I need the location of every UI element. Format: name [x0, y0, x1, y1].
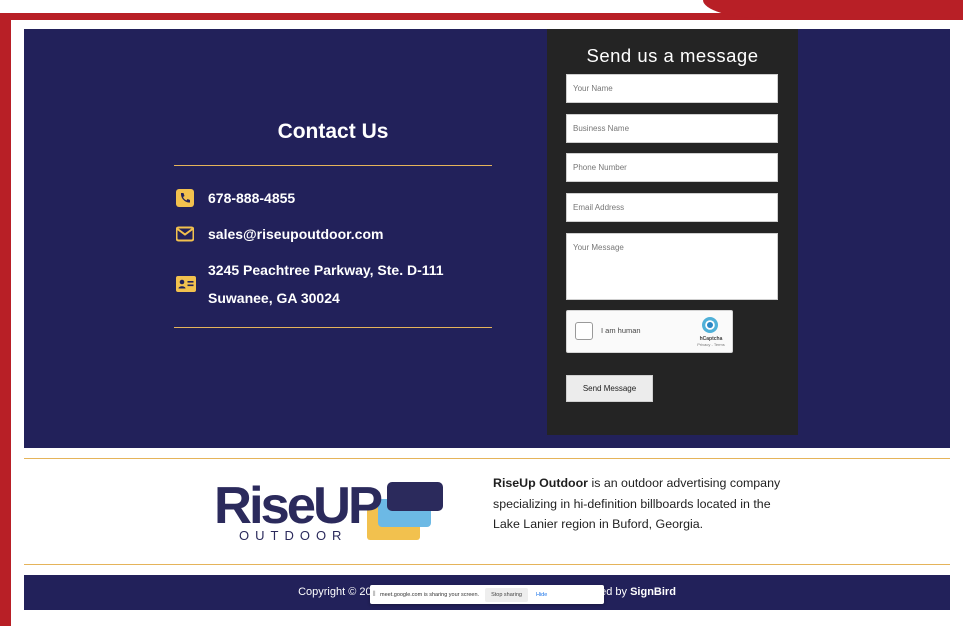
send-message-button[interactable]: Send Message: [566, 375, 653, 402]
contact-email-row[interactable]: sales@riseupoutdoor.com: [176, 225, 383, 243]
riseup-logo-graphic: RiseUP OUTDOOR: [214, 477, 443, 543]
form-title: Send us a message: [586, 45, 759, 66]
signbird-link[interactable]: SignBird: [630, 586, 676, 598]
captcha-label: I am human: [601, 326, 641, 335]
top-accent-swoosh: [703, 0, 963, 18]
logo-wordmark: RiseUP: [214, 477, 381, 535]
address-card-icon: [176, 276, 196, 292]
message-form: Send us a message I am human hCaptcha Pr…: [547, 29, 798, 435]
riseup-logo[interactable]: RiseUP OUTDOOR: [214, 473, 446, 545]
message-textarea[interactable]: [566, 233, 778, 300]
contact-address: 3245 Peachtree Parkway, Ste. D-111 Suwan…: [208, 256, 444, 312]
email-input[interactable]: [566, 193, 778, 222]
footer-divider-top: [24, 458, 950, 459]
contact-divider-bottom: [174, 327, 492, 328]
envelope-icon: [176, 226, 194, 242]
name-input[interactable]: [566, 74, 778, 103]
about-text: RiseUp Outdoor is an outdoor advertising…: [493, 473, 793, 535]
about-brand: RiseUp Outdoor: [493, 476, 588, 490]
captcha-widget: I am human hCaptcha Privacy - Terms: [566, 310, 733, 353]
logo-subtitle: OUTDOOR: [239, 528, 347, 543]
phone-icon: [176, 189, 194, 207]
contact-phone: 678-888-4855: [208, 190, 296, 206]
footer-divider-bottom: [24, 564, 950, 565]
contact-title: Contact Us: [277, 120, 389, 143]
contact-section: [24, 29, 950, 448]
contact-phone-row[interactable]: 678-888-4855: [176, 189, 295, 207]
captcha-checkbox[interactable]: [575, 322, 593, 340]
share-message: meet.google.com is sharing your screen.: [380, 591, 480, 598]
left-accent-border: [0, 14, 11, 626]
top-accent-bar: [0, 0, 963, 20]
stop-sharing-button[interactable]: Stop sharing: [485, 587, 528, 602]
business-name-input[interactable]: [566, 114, 778, 143]
address-line-2: Suwanee, GA 30024: [208, 290, 340, 306]
screen-share-bar: ⦀ meet.google.com is sharing your screen…: [370, 585, 604, 604]
contact-address-row: 3245 Peachtree Parkway, Ste. D-111 Suwan…: [176, 256, 444, 312]
drag-handle-icon[interactable]: ⦀: [370, 591, 378, 599]
address-line-1: 3245 Peachtree Parkway, Ste. D-111: [208, 262, 444, 278]
contact-divider-top: [174, 165, 492, 166]
hide-button[interactable]: Hide: [536, 592, 547, 598]
hcaptcha-logo-icon: [702, 317, 718, 333]
contact-email: sales@riseupoutdoor.com: [208, 226, 384, 242]
captcha-privacy-terms-link[interactable]: Privacy - Terms: [691, 342, 731, 347]
phone-input[interactable]: [566, 153, 778, 182]
